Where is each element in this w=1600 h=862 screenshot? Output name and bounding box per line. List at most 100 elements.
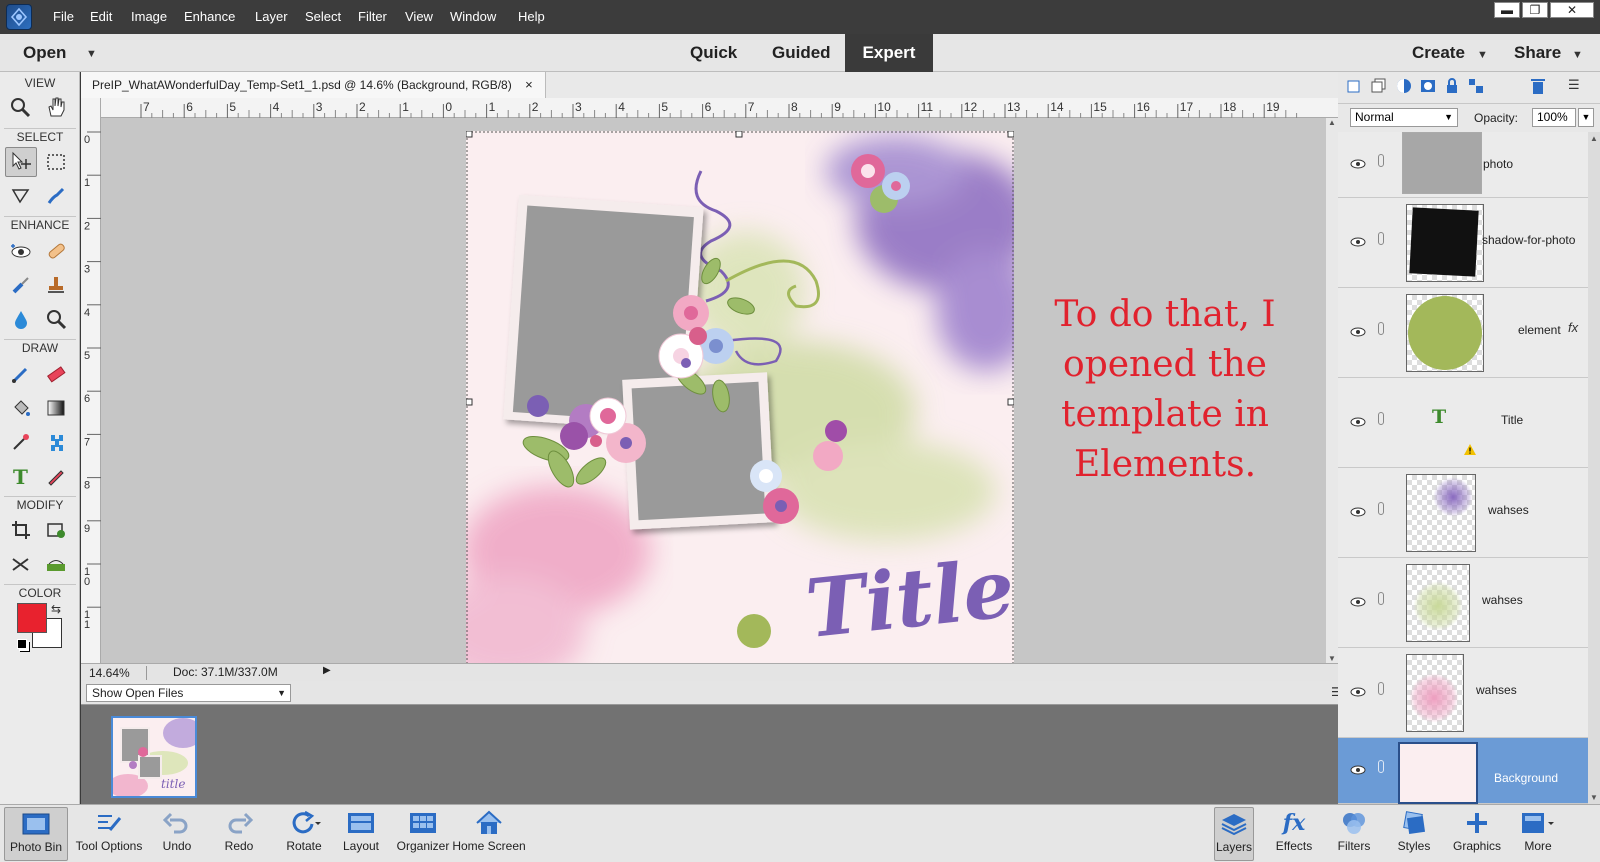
redo-button[interactable]: Redo [216, 807, 262, 861]
undo-button[interactable]: Undo [154, 807, 200, 861]
recompose-tool-icon[interactable] [40, 515, 72, 545]
layer-name[interactable]: element [1518, 323, 1561, 337]
visibility-eye-icon[interactable] [1350, 414, 1366, 432]
layer-name[interactable]: wahses [1488, 503, 1529, 517]
lock-all-icon[interactable] [1444, 78, 1460, 99]
eyedropper-tool-icon[interactable] [5, 427, 37, 457]
layer-row-wahses-pink[interactable]: wahses [1338, 648, 1588, 738]
rotate-button[interactable]: Rotate [276, 807, 332, 861]
adjustment-layer-icon[interactable] [1396, 78, 1412, 99]
delete-layer-icon[interactable] [1530, 77, 1546, 100]
menu-help[interactable]: Help [518, 9, 545, 24]
menu-layer[interactable]: Layer [255, 9, 288, 24]
type-tool-icon[interactable]: T [5, 461, 37, 491]
tab-expert[interactable]: Expert [845, 34, 933, 72]
menu-edit[interactable]: Edit [90, 9, 112, 24]
photo-bin-button[interactable]: Photo Bin [4, 807, 68, 861]
layer-name[interactable]: wahses [1476, 683, 1517, 697]
visibility-eye-icon[interactable] [1350, 156, 1366, 174]
graphics-button[interactable]: Graphics [1450, 807, 1504, 861]
layer-row-shadow-for-photo[interactable]: shadow-for-photo [1338, 198, 1588, 288]
layer-link-icon[interactable] [1378, 682, 1384, 695]
lock-transparent-icon[interactable] [1468, 78, 1484, 99]
layer-row-background[interactable]: Background [1338, 738, 1588, 804]
layers-scrollbar[interactable]: ▲ ▼ [1588, 132, 1600, 804]
menu-enhance[interactable]: Enhance [184, 9, 235, 24]
close-document-icon[interactable]: × [525, 77, 533, 92]
brush-tool-icon[interactable] [5, 359, 37, 389]
visibility-eye-icon[interactable] [1350, 324, 1366, 342]
sponge-tool-icon[interactable] [40, 304, 72, 334]
marquee-tool-icon[interactable] [40, 147, 72, 177]
share-button[interactable]: Share [1514, 43, 1561, 63]
new-group-icon[interactable] [1371, 78, 1387, 99]
layer-name[interactable]: Background [1494, 771, 1558, 785]
visibility-eye-icon[interactable] [1350, 684, 1366, 702]
menu-filter[interactable]: Filter [358, 9, 387, 24]
layer-row-title[interactable]: T Title [1338, 378, 1588, 468]
opacity-input[interactable]: 100% [1532, 108, 1576, 127]
default-colors-icon[interactable] [17, 639, 27, 649]
move-tool-icon[interactable] [5, 147, 37, 177]
menu-window[interactable]: Window [450, 9, 496, 24]
tool-options-button[interactable]: Tool Options [72, 807, 146, 861]
lasso-tool-icon[interactable] [5, 181, 37, 211]
warning-icon[interactable] [1464, 442, 1476, 460]
visibility-eye-icon[interactable] [1350, 234, 1366, 252]
layer-mask-icon[interactable] [1420, 78, 1436, 99]
layers-panel-menu-icon[interactable]: ☰ [1568, 77, 1580, 93]
visibility-eye-icon[interactable] [1350, 504, 1366, 522]
layer-name[interactable]: Title [1501, 413, 1523, 427]
organizer-button[interactable]: Organizer [392, 807, 454, 861]
visibility-eye-icon[interactable] [1350, 594, 1366, 612]
layer-row-photo[interactable]: photo [1338, 132, 1588, 198]
visibility-eye-icon[interactable] [1350, 762, 1366, 780]
eraser-tool-icon[interactable] [40, 359, 72, 389]
layer-fx-icon[interactable]: fx [1568, 320, 1578, 335]
layer-row-wahses-purple[interactable]: wahses [1338, 468, 1588, 558]
straighten-tool-icon[interactable] [40, 549, 72, 579]
minimize-button[interactable]: ▬ [1494, 2, 1520, 18]
layout-button[interactable]: Layout [338, 807, 384, 861]
spot-healing-tool-icon[interactable] [40, 236, 72, 266]
pencil-tool-icon[interactable] [40, 461, 72, 491]
new-layer-icon[interactable] [1346, 78, 1362, 99]
layers-button[interactable]: Layers [1214, 807, 1254, 861]
effects-button[interactable]: fx Effects [1272, 807, 1316, 861]
red-eye-tool-icon[interactable] [5, 236, 37, 266]
gradient-tool-icon[interactable] [40, 393, 72, 423]
hand-tool-icon[interactable] [40, 92, 72, 122]
layer-link-icon[interactable] [1378, 154, 1384, 167]
custom-shape-tool-icon[interactable] [40, 427, 72, 457]
status-menu-arrow-icon[interactable]: ▶ [323, 665, 331, 676]
layer-link-icon[interactable] [1378, 322, 1384, 335]
document-tab[interactable]: PreIP_WhatAWonderfulDay_Temp-Set1_1.psd … [81, 72, 546, 98]
close-window-button[interactable]: ✕ [1550, 2, 1594, 18]
document-canvas[interactable]: Title [466, 131, 1014, 675]
paint-bucket-tool-icon[interactable] [5, 393, 37, 423]
opacity-dropdown-icon[interactable]: ▼ [1578, 108, 1594, 127]
menu-select[interactable]: Select [305, 9, 341, 24]
layer-row-wahses-green[interactable]: wahses [1338, 558, 1588, 648]
layer-link-icon[interactable] [1378, 502, 1384, 515]
tab-guided[interactable]: Guided [772, 43, 831, 63]
layer-row-element[interactable]: element fx [1338, 288, 1588, 378]
tab-quick[interactable]: Quick [690, 43, 737, 63]
zoom-level[interactable]: 14.64% [89, 666, 147, 680]
create-button[interactable]: Create [1412, 43, 1465, 63]
create-dropdown-icon[interactable]: ▼ [1477, 49, 1488, 61]
menu-file[interactable]: File [53, 9, 74, 24]
quick-selection-tool-icon[interactable] [40, 181, 72, 211]
smart-brush-tool-icon[interactable] [5, 270, 37, 300]
layer-link-icon[interactable] [1378, 592, 1384, 605]
foreground-color-swatch[interactable] [17, 603, 47, 633]
layer-name[interactable]: shadow-for-photo [1482, 233, 1575, 247]
blend-mode-select[interactable]: Normal ▼ [1350, 108, 1458, 127]
menu-view[interactable]: View [405, 9, 433, 24]
swap-colors-icon[interactable]: ⇆ [51, 602, 61, 616]
blur-tool-icon[interactable] [5, 304, 37, 334]
layer-link-icon[interactable] [1378, 412, 1384, 425]
crop-tool-icon[interactable] [5, 515, 37, 545]
more-button[interactable]: More [1512, 807, 1564, 861]
styles-button[interactable]: Styles [1392, 807, 1436, 861]
